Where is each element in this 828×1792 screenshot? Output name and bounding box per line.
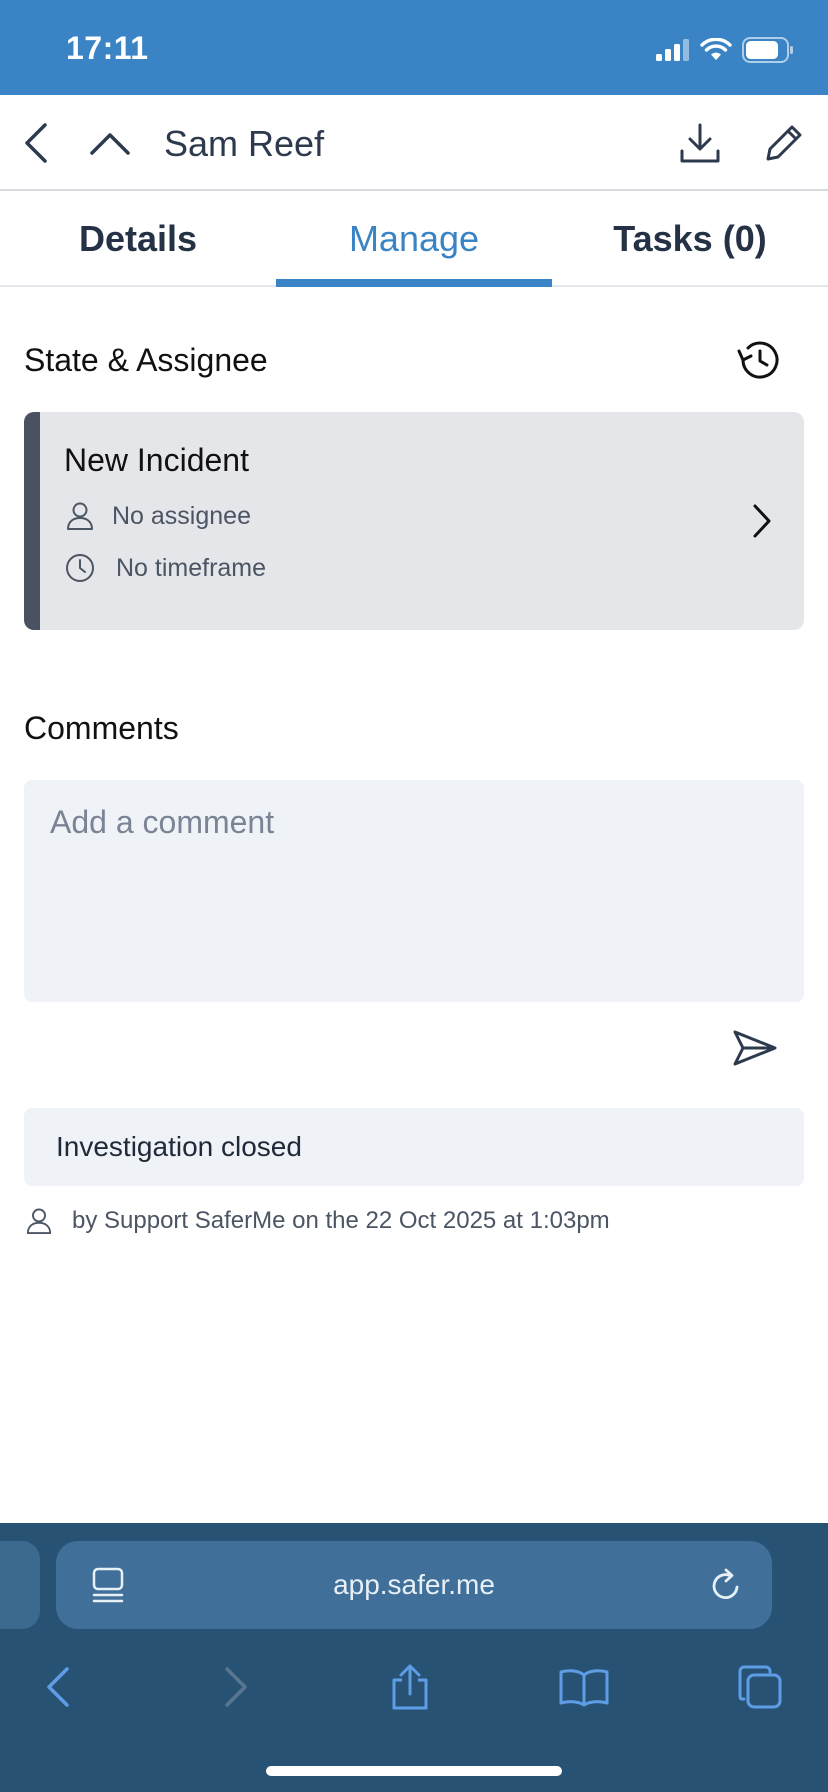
send-icon [733, 1030, 777, 1066]
state-accent-bar [24, 412, 40, 630]
bookmarks-button[interactable] [554, 1657, 614, 1717]
tabs-button[interactable] [730, 1657, 790, 1717]
chevron-left-icon [47, 1667, 69, 1707]
browser-forward-button[interactable] [206, 1657, 266, 1717]
battery-icon [742, 37, 793, 63]
activity-text: Investigation closed [56, 1131, 302, 1162]
activity-meta: by Support SaferMe on the 22 Oct 2025 at… [24, 1206, 610, 1236]
previous-tab-preview[interactable] [0, 1541, 40, 1629]
user-icon [24, 1206, 54, 1236]
wifi-icon [700, 38, 732, 60]
activity-item: Investigation closed [24, 1108, 804, 1186]
pencil-icon [766, 125, 802, 161]
assignee-row: No assignee [64, 500, 251, 532]
back-button[interactable] [8, 115, 64, 171]
tab-details[interactable]: Details [0, 191, 276, 287]
book-icon [559, 1669, 609, 1707]
download-button[interactable] [672, 115, 728, 171]
tab-bar: Details Manage Tasks (0) [0, 191, 828, 287]
assignee-text: No assignee [112, 501, 251, 530]
status-icons [656, 36, 794, 64]
state-section-title: State & Assignee [24, 342, 268, 378]
page-title: Sam Reef [164, 123, 325, 164]
collapse-button[interactable] [82, 115, 138, 171]
timeframe-row: No timeframe [64, 552, 266, 584]
tab-manage[interactable]: Manage [276, 191, 552, 287]
edit-button[interactable] [756, 115, 812, 171]
share-button[interactable] [380, 1657, 440, 1717]
history-button[interactable] [734, 336, 782, 384]
state-name: New Incident [64, 442, 249, 478]
comment-input[interactable] [24, 780, 804, 1002]
clock-icon [64, 552, 96, 584]
browser-back-button[interactable] [28, 1657, 88, 1717]
download-icon [680, 123, 720, 163]
active-tab-indicator [276, 279, 552, 287]
chevron-right-icon [742, 496, 782, 546]
state-card[interactable]: New Incident No assignee No timeframe [24, 412, 804, 630]
address-bar[interactable]: app.safer.me [56, 1541, 772, 1629]
signal-icon [656, 39, 689, 61]
chevron-right-icon [225, 1667, 247, 1707]
activity-meta-text: by Support SaferMe on the 22 Oct 2025 at… [72, 1207, 610, 1234]
comments-title: Comments [24, 710, 179, 746]
home-indicator [266, 1766, 562, 1776]
tabs-icon [738, 1665, 782, 1709]
browser-toolbar: app.safer.me [0, 1523, 828, 1792]
status-time: 17:11 [66, 30, 149, 66]
send-comment-button[interactable] [728, 1024, 782, 1072]
url-text: app.safer.me [333, 1569, 495, 1600]
reload-button[interactable] [704, 1563, 748, 1607]
chevron-up-icon [90, 133, 130, 155]
tab-tasks[interactable]: Tasks (0) [552, 191, 828, 287]
app-header: Sam Reef [0, 95, 828, 191]
chevron-left-icon [25, 123, 47, 163]
status-bar: 17:11 [0, 0, 828, 95]
reload-icon [712, 1568, 739, 1599]
timeframe-text: No timeframe [116, 553, 267, 582]
history-icon [737, 341, 779, 379]
share-icon [392, 1664, 428, 1710]
user-icon [64, 500, 96, 532]
